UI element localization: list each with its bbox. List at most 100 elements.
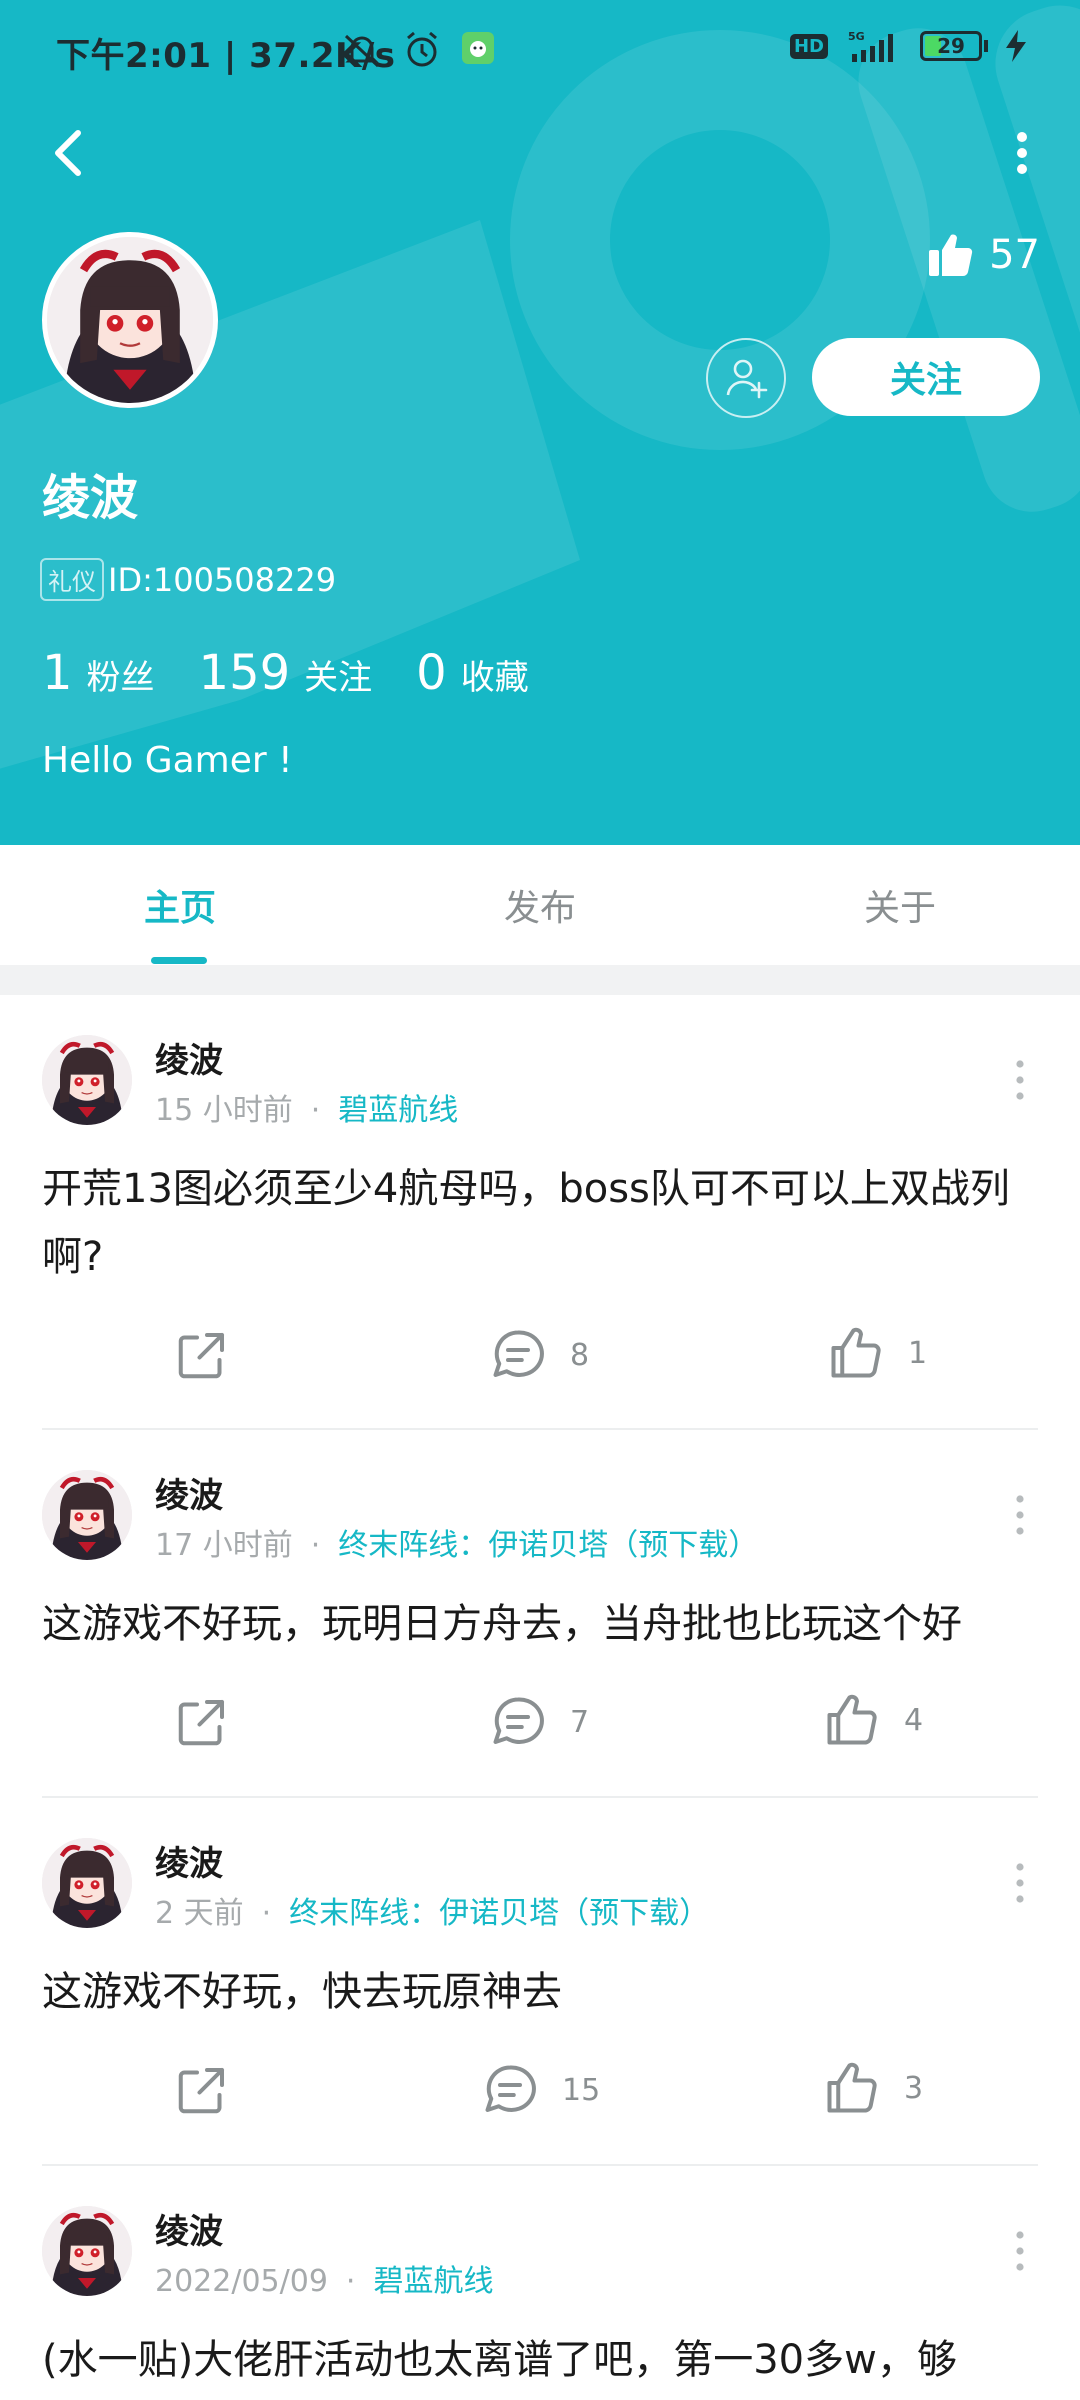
hd-badge: HD <box>789 33 828 59</box>
meta-separator: · <box>310 1093 321 1128</box>
like-button[interactable]: 1 <box>826 1323 927 1383</box>
more-vertical-icon <box>1014 1859 1026 1907</box>
profile-tabs: 主页 发布 关于 <box>0 845 1080 965</box>
more-vertical-icon <box>1017 132 1027 174</box>
following-count[interactable]: 159 <box>199 645 291 701</box>
post-game-link[interactable]: 碧蓝航线 <box>373 2264 493 2299</box>
post-author-avatar[interactable] <box>42 1470 132 1560</box>
feed-post[interactable]: 绫波 17 小时前 · 终末阵线：伊诺贝塔（预下载） 这游戏不好玩，玩明日方舟去，当… <box>0 1430 1080 1798</box>
meta-separator: · <box>261 1896 272 1931</box>
share-icon <box>172 2060 232 2120</box>
post-meta: 2 天前 · 终末阵线：伊诺贝塔（预下载） <box>155 1888 709 1932</box>
app-notification-icon <box>462 32 494 64</box>
add-friend-button[interactable] <box>706 338 786 418</box>
comment-icon <box>480 2060 540 2120</box>
post-time: 17 小时前 <box>155 1528 293 1563</box>
post-author-avatar[interactable] <box>42 1035 132 1125</box>
thumbs-up-icon <box>929 234 973 277</box>
comment-count: 7 <box>570 1704 590 1740</box>
charging-icon <box>1006 30 1026 62</box>
feed-post[interactable]: 绫波 2022/05/09 · 碧蓝航线 (水一贴)大佬肝活动也太离谱了吧，第一30… <box>0 2166 1080 2400</box>
comment-icon <box>488 1692 548 1752</box>
post-author-name[interactable]: 绫波 <box>155 2204 223 2253</box>
post-time: 2022/05/09 <box>155 2264 328 2299</box>
followers-count[interactable]: 1 <box>42 645 73 701</box>
comment-button[interactable]: 8 <box>488 1325 589 1385</box>
share-button[interactable] <box>172 2060 232 2120</box>
like-button[interactable]: 3 <box>822 2058 923 2118</box>
status-system-icons: HD 5G 29 <box>789 28 1030 64</box>
more-options-button[interactable] <box>994 125 1050 181</box>
post-meta: 2022/05/09 · 碧蓝航线 <box>155 2256 493 2300</box>
share-icon <box>172 1692 232 1752</box>
post-author-avatar[interactable] <box>42 1838 132 1928</box>
favorites-label[interactable]: 收藏 <box>461 650 529 699</box>
feed-post[interactable]: 绫波 15 小时前 · 碧蓝航线 开荒13图必须至少4航母吗，boss队可不可以上双… <box>0 995 1080 1430</box>
post-content[interactable]: 这游戏不好玩，快去玩原神去 <box>42 1958 1042 2026</box>
share-button[interactable] <box>172 1325 232 1385</box>
profile-avatar[interactable] <box>42 232 218 408</box>
battery-level: 29 <box>937 34 965 58</box>
post-content[interactable]: (水一贴)大佬肝活动也太离谱了吧，第一30多w，够 <box>42 2326 1042 2396</box>
post-meta: 17 小时前 · 终末阵线：伊诺贝塔（预下载） <box>155 1520 758 1564</box>
like-button[interactable]: 4 <box>822 1690 923 1750</box>
profile-bio: Hello Gamer ! <box>42 740 293 781</box>
battery-icon: 29 <box>920 31 988 61</box>
thumbs-up-icon <box>822 1690 882 1750</box>
post-more-button[interactable] <box>1000 1485 1040 1545</box>
post-author-name[interactable]: 绫波 <box>155 1468 223 1517</box>
share-button[interactable] <box>172 1692 232 1752</box>
follow-button[interactable]: 关注 <box>812 338 1040 416</box>
post-game-link[interactable]: 碧蓝航线 <box>338 1093 458 1128</box>
feed-post[interactable]: 绫波 2 天前 · 终末阵线：伊诺贝塔（预下载） 这游戏不好玩，快去玩原神去 15 … <box>0 1798 1080 2166</box>
status-bar: 下午2:01 | 37.2K/s HD 5G 29 <box>0 0 1080 104</box>
post-content[interactable]: 这游戏不好玩，玩明日方舟去，当舟批也比玩这个好 <box>42 1590 1042 1658</box>
followers-label[interactable]: 粉丝 <box>87 650 155 699</box>
comment-button[interactable]: 7 <box>488 1692 589 1752</box>
svg-text:5G: 5G <box>848 30 865 43</box>
post-game-link[interactable]: 终末阵线：伊诺贝塔（预下载） <box>338 1528 758 1563</box>
post-content[interactable]: 开荒13图必须至少4航母吗，boss队可不可以上双战列啊? <box>42 1155 1042 1291</box>
comment-icon <box>488 1325 548 1385</box>
post-more-button[interactable] <box>1000 1050 1040 1110</box>
profile-tag-badge: 礼仪 <box>40 558 104 601</box>
more-vertical-icon <box>1014 2227 1026 2275</box>
favorites-count[interactable]: 0 <box>416 645 447 701</box>
signal-icon: 5G <box>848 30 893 62</box>
chevron-left-icon <box>55 130 81 176</box>
meta-separator: · <box>345 2264 356 2299</box>
post-author-name[interactable]: 绫波 <box>155 1836 223 1885</box>
thumbs-up-icon <box>826 1323 886 1383</box>
profile-likes[interactable]: 57 <box>927 232 1040 278</box>
like-count: 1 <box>908 1335 928 1371</box>
more-vertical-icon <box>1014 1491 1026 1539</box>
tab-posts[interactable]: 发布 <box>360 845 720 965</box>
post-more-button[interactable] <box>1000 1853 1040 1913</box>
comment-button[interactable]: 15 <box>480 2060 600 2120</box>
following-label[interactable]: 关注 <box>304 650 372 699</box>
tab-about[interactable]: 关于 <box>720 845 1080 965</box>
post-game-link[interactable]: 终末阵线：伊诺贝塔（预下载） <box>289 1896 709 1931</box>
tab-home[interactable]: 主页 <box>0 845 360 965</box>
more-vertical-icon <box>1014 1056 1026 1104</box>
back-button[interactable] <box>40 125 96 181</box>
profile-name: 绫波 <box>42 470 139 526</box>
post-time: 15 小时前 <box>155 1093 293 1128</box>
meta-separator: · <box>310 1528 321 1563</box>
post-time: 2 天前 <box>155 1896 244 1931</box>
tab-active-indicator <box>151 957 207 964</box>
likes-count: 57 <box>989 232 1040 278</box>
post-author-avatar[interactable] <box>42 2206 132 2296</box>
like-count: 4 <box>904 1702 924 1738</box>
profile-header: 下午2:01 | 37.2K/s HD 5G 29 57 关注 绫波 礼仪 ID… <box>0 0 1080 845</box>
like-count: 3 <box>904 2070 924 2106</box>
post-more-button[interactable] <box>1000 2221 1040 2281</box>
watermark-logo <box>0 5 1080 769</box>
comment-count: 8 <box>570 1337 590 1373</box>
section-divider <box>0 965 1080 995</box>
profile-id: ID:100508229 <box>108 560 337 599</box>
thumbs-up-icon <box>822 2058 882 2118</box>
post-meta: 15 小时前 · 碧蓝航线 <box>155 1085 458 1129</box>
post-author-name[interactable]: 绫波 <box>155 1033 223 1082</box>
mute-bell-icon <box>344 34 380 68</box>
